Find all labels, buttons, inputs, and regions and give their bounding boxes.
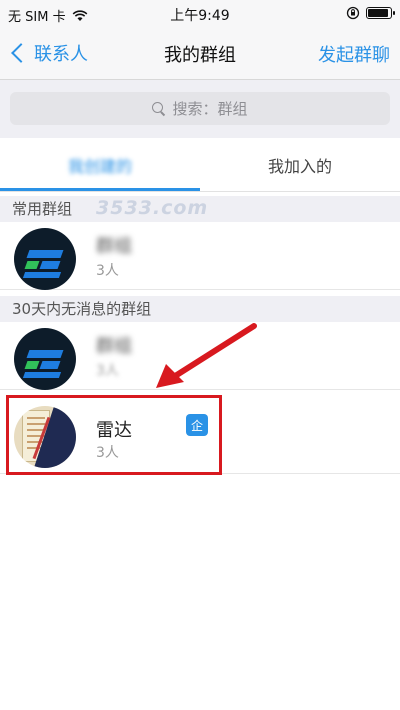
search-input[interactable]: 搜索：群组	[10, 92, 390, 125]
tab-created[interactable]: 我创建的	[0, 138, 200, 192]
back-button-label: 联系人	[34, 44, 88, 65]
group-name: 雷达	[96, 420, 132, 441]
tab-joined[interactable]: 我加入的	[200, 138, 400, 192]
group-name: 群组	[96, 236, 132, 257]
group-name: 群组	[96, 336, 132, 357]
search-placeholder: 搜索：群组	[172, 100, 248, 118]
segmented-tabs: 我创建的 我加入的	[0, 138, 400, 192]
tab-active-indicator	[0, 188, 200, 191]
group-member-count: 3人	[96, 445, 119, 461]
group-avatar-radar	[14, 406, 76, 468]
chevron-left-icon	[11, 43, 31, 63]
battery-fill	[368, 9, 388, 17]
back-button[interactable]: 联系人	[8, 40, 88, 66]
search-area: 搜索：群组	[0, 80, 400, 138]
search-icon	[152, 101, 166, 116]
status-right	[346, 6, 395, 20]
group-member-count: 3人	[96, 363, 119, 379]
status-time: 上午9:49	[170, 8, 230, 24]
enterprise-badge: 企	[186, 414, 208, 436]
start-group-chat-button[interactable]: 发起群聊	[318, 41, 390, 67]
watermark: 3533.com	[96, 197, 209, 219]
status-bar: 无 SIM 卡 上午9:49	[0, 0, 400, 28]
orientation-lock-icon	[346, 6, 360, 20]
group-member-count: 3人	[96, 263, 119, 279]
group-avatar	[14, 228, 76, 290]
battery-icon	[366, 7, 395, 19]
tab-joined-label: 我加入的	[267, 157, 332, 176]
group-list-item[interactable]: 群组 3人	[0, 222, 400, 290]
group-list-item-radar[interactable]: 雷达 3人 企	[0, 396, 400, 474]
group-avatar	[14, 328, 76, 390]
section-header-inactive: 30天内无消息的群组	[0, 296, 400, 322]
navigation-bar: 联系人 我的群组 发起群聊	[0, 28, 400, 80]
annotation-arrow-icon	[156, 323, 257, 388]
tab-created-label: 我创建的	[67, 157, 132, 176]
